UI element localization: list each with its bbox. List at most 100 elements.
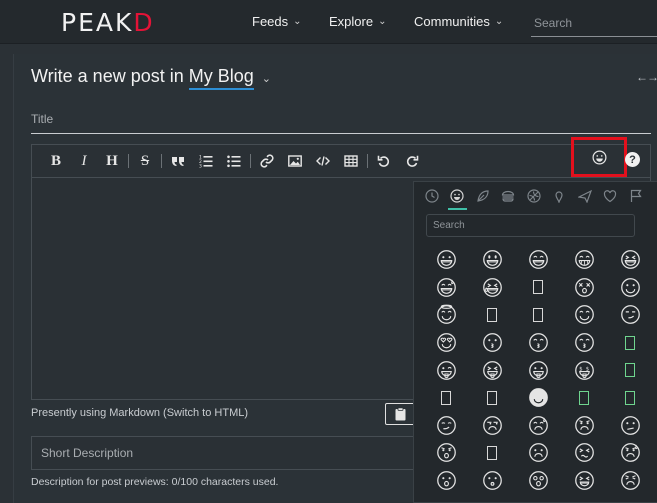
table-button[interactable]: [337, 146, 365, 176]
concerned-icon: [436, 443, 456, 463]
tongue-icon: [528, 360, 548, 380]
nav-feeds[interactable]: Feeds ⌄: [252, 14, 302, 29]
emoji-halo[interactable]: [423, 301, 469, 329]
peakd-logo[interactable]: PEAKD: [61, 8, 155, 37]
toolbar-divider: [367, 154, 368, 168]
emoji-unrendered[interactable]: [607, 329, 653, 357]
beaming-icon: [574, 250, 594, 270]
emoji-tongue-wink[interactable]: [423, 356, 469, 384]
emoji-kissing[interactable]: [469, 329, 515, 357]
emoji-unrendered[interactable]: [469, 301, 515, 329]
recent-icon[interactable]: [419, 182, 445, 210]
emoji-open-mouth[interactable]: [423, 467, 469, 495]
emoji-unrendered[interactable]: [607, 356, 653, 384]
travel-icon[interactable]: [572, 182, 598, 210]
emoji-tongue[interactable]: [515, 356, 561, 384]
emoji-grinning-squinting[interactable]: [515, 246, 561, 274]
open-mouth-icon: [436, 471, 456, 490]
emoji-kissing-smile[interactable]: [561, 329, 607, 357]
emoji-kissing-closed[interactable]: [515, 329, 561, 357]
blog-selector[interactable]: My Blog: [188, 66, 254, 90]
emoji-grinning-big-eyes[interactable]: [469, 246, 515, 274]
emoji-button[interactable]: [571, 137, 627, 177]
missing-glyph-icon: [487, 307, 497, 322]
emoji-worried[interactable]: [561, 412, 607, 440]
heading-button[interactable]: H: [98, 146, 126, 176]
emoji-concerned[interactable]: [423, 439, 469, 467]
symbols-icon[interactable]: [598, 182, 624, 210]
laughing-icon: [620, 250, 640, 270]
nav-communities[interactable]: Communities ⌄: [414, 14, 503, 29]
emoji-frowning[interactable]: [515, 439, 561, 467]
emoji-dizzy-smile[interactable]: [561, 274, 607, 302]
emoji-anxious[interactable]: [607, 439, 653, 467]
emoji-frown-sweat[interactable]: [515, 412, 561, 440]
ordered-list-button[interactable]: 123: [192, 146, 220, 176]
markdown-toggle-note[interactable]: Presently using Markdown (Switch to HTML…: [31, 407, 248, 419]
emoji-unrendered[interactable]: [607, 384, 653, 412]
emoji-sweat-smile[interactable]: [423, 274, 469, 302]
emoji-heart-eyes[interactable]: [423, 329, 469, 357]
bold-button[interactable]: B: [42, 146, 70, 176]
kissing-icon: [482, 333, 502, 352]
bullet-list-button[interactable]: [220, 146, 248, 176]
emoji-smirk-clock[interactable]: [607, 301, 653, 329]
emoji-beaming[interactable]: [561, 246, 607, 274]
emoji-tired[interactable]: [561, 467, 607, 495]
emoji-search-input[interactable]: [426, 214, 635, 237]
undo-button[interactable]: [370, 146, 398, 176]
search-input[interactable]: [531, 9, 657, 37]
emoji-laughing[interactable]: [607, 246, 653, 274]
emoji-unrendered[interactable]: [515, 301, 561, 329]
emoji-slight-smile[interactable]: [607, 274, 653, 302]
smiley-icon: [592, 150, 606, 164]
image-button[interactable]: [281, 146, 309, 176]
emoji-grinning[interactable]: [423, 246, 469, 274]
link-icon: [260, 154, 274, 168]
sweat-smile-icon: [436, 278, 456, 297]
emoji-money-mouth[interactable]: $ $: [561, 356, 607, 384]
redo-button[interactable]: [398, 146, 426, 176]
emoji-unrendered[interactable]: [561, 384, 607, 412]
help-button[interactable]: ?: [625, 152, 640, 167]
emoji-persevering[interactable]: [561, 439, 607, 467]
emoji-sunglasses[interactable]: [515, 384, 561, 412]
italic-button[interactable]: I: [70, 146, 98, 176]
emoji-unrendered[interactable]: [469, 384, 515, 412]
title-input[interactable]: [31, 104, 651, 134]
flags-icon[interactable]: [623, 182, 649, 210]
strikethrough-button[interactable]: S: [131, 146, 159, 176]
activity-icon[interactable]: [521, 182, 547, 210]
quote-button[interactable]: [164, 146, 192, 176]
emoji-smirk[interactable]: [423, 412, 469, 440]
missing-glyph-icon: [625, 335, 635, 350]
emoji-rolling-laughing[interactable]: [469, 274, 515, 302]
emoji-hushed[interactable]: [469, 467, 515, 495]
emoji-astonished[interactable]: [515, 467, 561, 495]
emoji-unrendered[interactable]: [423, 384, 469, 412]
emoji-relieved[interactable]: [561, 301, 607, 329]
quote-icon: [172, 157, 184, 166]
slight-smile-icon: [620, 278, 640, 297]
smileys-icon[interactable]: [445, 182, 471, 210]
link-button[interactable]: [253, 146, 281, 176]
redo-icon: [406, 155, 419, 167]
persevering-icon: [574, 443, 594, 463]
food-icon[interactable]: [496, 182, 522, 210]
clipboard-button[interactable]: [385, 403, 415, 425]
emoji-weary[interactable]: [607, 467, 653, 495]
code-button[interactable]: [309, 146, 337, 176]
emoji-unamused[interactable]: [469, 412, 515, 440]
emoji-unrendered[interactable]: [515, 274, 561, 302]
missing-glyph-icon: [487, 390, 497, 405]
emoji-tongue-squint[interactable]: [469, 356, 515, 384]
missing-glyph-icon: [579, 390, 589, 405]
chevron-down-icon[interactable]: ⌄: [262, 72, 271, 85]
nav-explore[interactable]: Explore ⌄: [329, 14, 386, 29]
nature-icon[interactable]: [470, 182, 496, 210]
emoji-confused[interactable]: [607, 412, 653, 440]
expand-icon[interactable]: ←→: [636, 70, 657, 84]
chevron-down-icon: ⌄: [494, 16, 504, 27]
emoji-unrendered[interactable]: [469, 439, 515, 467]
places-icon[interactable]: [547, 182, 573, 210]
